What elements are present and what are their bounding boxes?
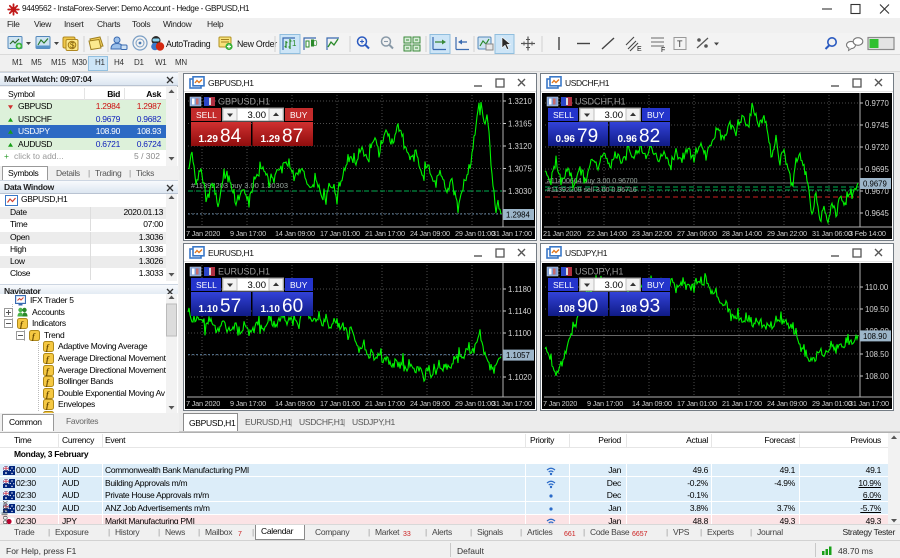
svg-text:EURUSD,H1: EURUSD,H1 — [218, 267, 270, 277]
svg-text:1: 1 — [292, 39, 297, 48]
svg-text:9 Jan 17:00: 9 Jan 17:00 — [230, 229, 266, 238]
svg-text:1.3165: 1.3165 — [508, 120, 533, 129]
svg-text:21 Jan 17:00: 21 Jan 17:00 — [365, 229, 405, 238]
svg-text:SELL: SELL — [553, 280, 574, 290]
svg-text:BUY: BUY — [647, 280, 665, 290]
svg-text:29 Jan 01:00: 29 Jan 01:00 — [812, 399, 852, 408]
svg-text:108.90: 108.90 — [863, 332, 888, 341]
svg-text:24 Jan 09:00: 24 Jan 09:00 — [410, 399, 450, 408]
svg-text:7 Jan 2020: 7 Jan 2020 — [543, 399, 577, 408]
svg-text:108: 108 — [620, 304, 637, 315]
svg-text:1.1020: 1.1020 — [508, 373, 533, 382]
svg-text:BUY: BUY — [647, 110, 665, 120]
svg-text:29 Jan 01:00: 29 Jan 01:00 — [455, 399, 495, 408]
svg-text:29 Jan 22:00: 29 Jan 22:00 — [767, 229, 807, 238]
svg-text:87: 87 — [282, 126, 303, 147]
svg-text:90: 90 — [577, 296, 598, 317]
svg-text:9 Jan 17:00: 9 Jan 17:00 — [587, 399, 623, 408]
svg-text:79: 79 — [577, 126, 598, 147]
svg-text:108: 108 — [558, 304, 575, 315]
svg-text:BUY: BUY — [290, 280, 308, 290]
svg-text:21 Jan 17:00: 21 Jan 17:00 — [722, 399, 762, 408]
svg-text:$: $ — [70, 41, 75, 50]
svg-text:1.1140: 1.1140 — [508, 307, 532, 316]
svg-text:3.00: 3.00 — [605, 280, 624, 291]
svg-text:GBPUSD,H1: GBPUSD,H1 — [218, 97, 270, 107]
svg-text:0.9695: 0.9695 — [865, 165, 890, 174]
svg-text:USDJPY,H1: USDJPY,H1 — [575, 267, 623, 277]
svg-text:0.9645: 0.9645 — [865, 209, 890, 218]
svg-text:57: 57 — [220, 296, 241, 317]
svg-text:1.10: 1.10 — [261, 304, 281, 315]
svg-text:F: F — [661, 47, 665, 54]
svg-text:1.3075: 1.3075 — [508, 165, 533, 174]
svg-text:31 Jan 17:00: 31 Jan 17:00 — [849, 399, 889, 408]
svg-text:E: E — [637, 46, 642, 53]
svg-text:108.50: 108.50 — [865, 350, 890, 359]
svg-text:14 Jan 09:00: 14 Jan 09:00 — [275, 229, 315, 238]
svg-text:3.00: 3.00 — [248, 280, 267, 291]
svg-text:1.3120: 1.3120 — [508, 142, 533, 151]
svg-text:21 Jan 17:00: 21 Jan 17:00 — [365, 399, 405, 408]
svg-text:31 Jan 06:00: 31 Jan 06:00 — [812, 229, 852, 238]
svg-text:110.00: 110.00 — [865, 283, 889, 292]
svg-text:109.50: 109.50 — [865, 305, 890, 314]
svg-text:0.96: 0.96 — [556, 134, 576, 145]
svg-text:23 Jan 22:00: 23 Jan 22:00 — [632, 229, 672, 238]
svg-text:7 Jan 2020: 7 Jan 2020 — [186, 229, 220, 238]
svg-text:1.1180: 1.1180 — [508, 285, 532, 294]
svg-text:SELL: SELL — [553, 110, 574, 120]
svg-text:3 Feb 14:00: 3 Feb 14:00 — [849, 229, 886, 238]
svg-text:#11392209 sell 3.00 0.96716: #11392209 sell 3.00 0.96716 — [547, 187, 637, 194]
svg-text:3.00: 3.00 — [605, 110, 624, 121]
svg-text:1.29: 1.29 — [199, 134, 219, 145]
svg-text:7 Jan 2020: 7 Jan 2020 — [186, 399, 220, 408]
svg-text:108.00: 108.00 — [865, 372, 890, 381]
svg-text:9 Jan 17:00: 9 Jan 17:00 — [230, 399, 266, 408]
svg-text:31 Jan 17:00: 31 Jan 17:00 — [492, 399, 532, 408]
svg-text:1.2984: 1.2984 — [506, 211, 531, 220]
svg-text:AutoTrading: AutoTrading — [166, 39, 211, 49]
svg-text:1.10: 1.10 — [199, 304, 219, 315]
svg-text:27 Jan 06:00: 27 Jan 06:00 — [677, 229, 717, 238]
svg-text:17 Jan 01:00: 17 Jan 01:00 — [677, 399, 717, 408]
svg-text:New Order: New Order — [237, 39, 277, 49]
svg-text:BUY: BUY — [290, 110, 308, 120]
svg-text:24 Jan 09:00: 24 Jan 09:00 — [410, 229, 450, 238]
svg-text:60: 60 — [282, 296, 303, 317]
svg-text:SELL: SELL — [196, 280, 217, 290]
svg-text:29 Jan 01:00: 29 Jan 01:00 — [455, 229, 495, 238]
svg-text:0.96: 0.96 — [618, 134, 638, 145]
svg-text:1.29: 1.29 — [261, 134, 281, 145]
svg-text:0.9770: 0.9770 — [865, 99, 890, 108]
svg-text:T: T — [677, 39, 683, 49]
svg-text:14 Jan 09:00: 14 Jan 09:00 — [632, 399, 672, 408]
svg-text:1.3030: 1.3030 — [508, 187, 533, 196]
svg-text:17 Jan 01:00: 17 Jan 01:00 — [320, 229, 360, 238]
svg-text:21 Jan 2020: 21 Jan 2020 — [543, 229, 581, 238]
svg-text:14 Jan 09:00: 14 Jan 09:00 — [275, 399, 315, 408]
svg-text:0.9745: 0.9745 — [865, 121, 890, 130]
svg-text:0.9679: 0.9679 — [863, 180, 887, 189]
svg-text:28 Jan 14:00: 28 Jan 14:00 — [722, 229, 762, 238]
svg-text:1.1100: 1.1100 — [508, 329, 532, 338]
svg-text:82: 82 — [639, 126, 660, 147]
svg-text:1.3210: 1.3210 — [508, 97, 533, 106]
svg-text:0: 0 — [313, 39, 318, 48]
svg-text:24 Jan 09:00: 24 Jan 09:00 — [767, 399, 807, 408]
svg-text:1.1057: 1.1057 — [506, 351, 530, 360]
svg-text:31 Jan 17:00: 31 Jan 17:00 — [492, 229, 532, 238]
svg-text:93: 93 — [639, 296, 660, 317]
svg-text:17 Jan 01:00: 17 Jan 01:00 — [320, 399, 360, 408]
svg-text:SELL: SELL — [196, 110, 217, 120]
svg-text:22 Jan 14:00: 22 Jan 14:00 — [587, 229, 627, 238]
svg-text:0.9720: 0.9720 — [865, 143, 890, 152]
svg-text:USDCHF,H1: USDCHF,H1 — [575, 97, 626, 107]
svg-text:84: 84 — [220, 126, 242, 147]
svg-text:3.00: 3.00 — [248, 110, 267, 121]
